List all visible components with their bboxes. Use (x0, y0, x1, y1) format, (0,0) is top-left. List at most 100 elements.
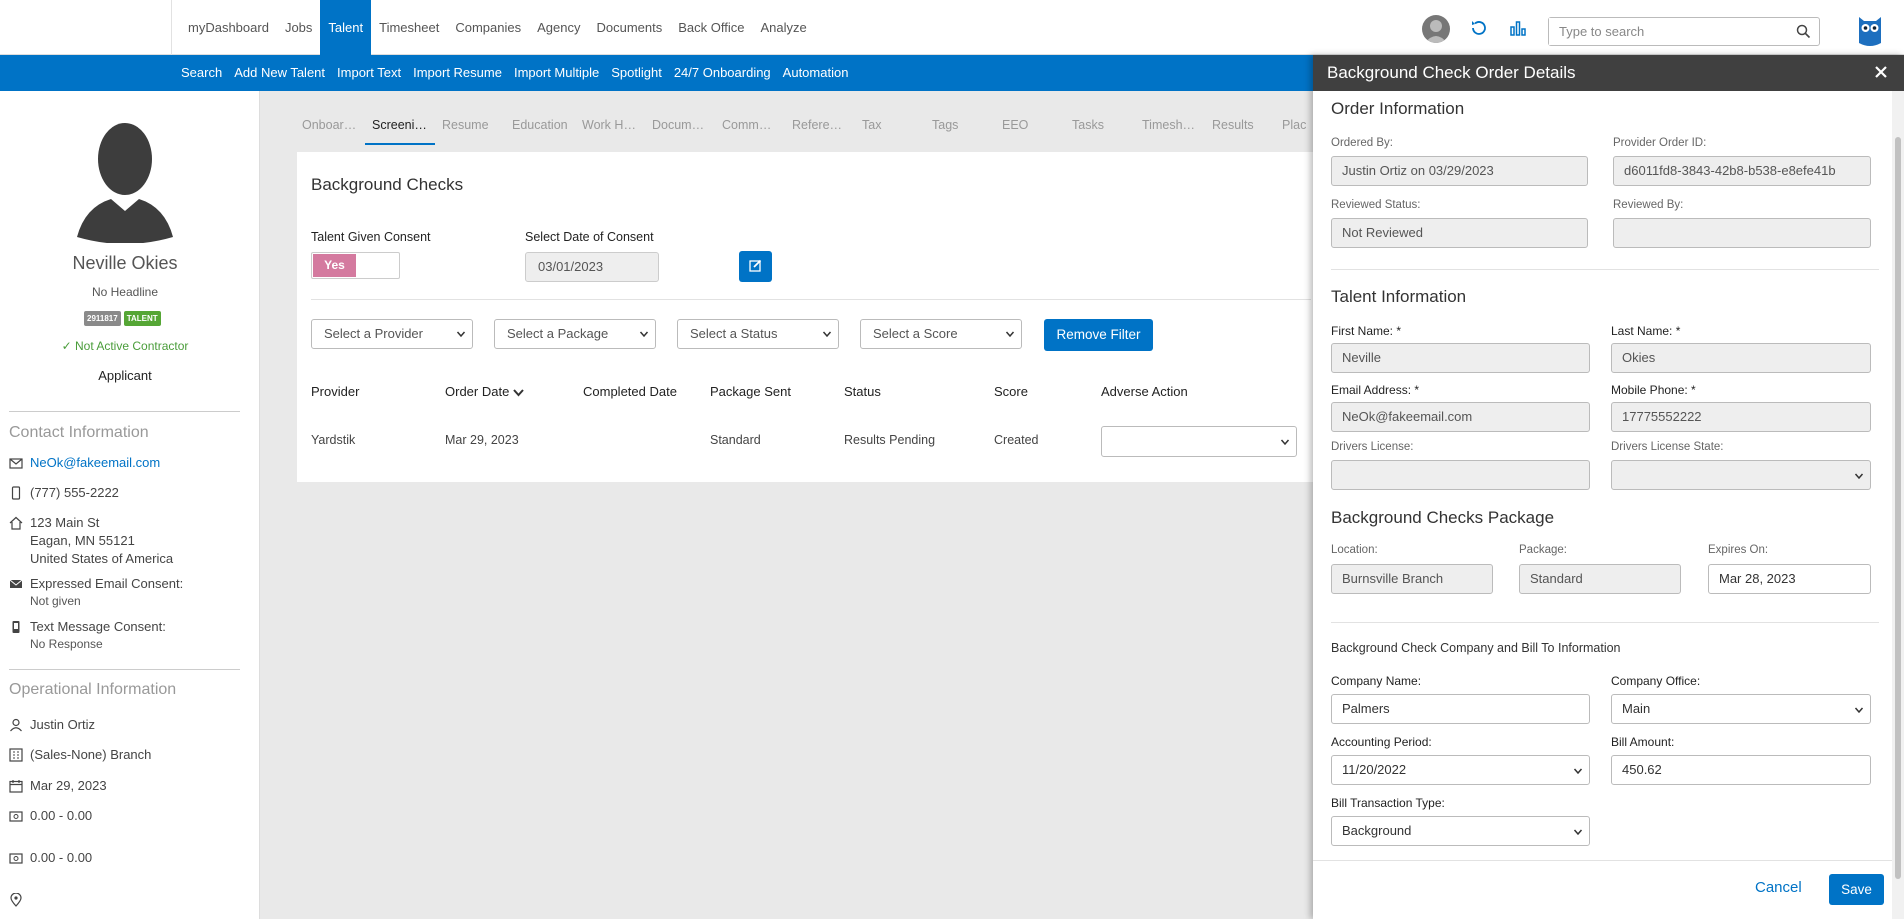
search-icon[interactable] (1796, 24, 1811, 39)
mobile-phone-field[interactable]: 17775552222 (1611, 402, 1871, 432)
tab-screening[interactable]: Screenin... (365, 115, 435, 145)
drivers-license-state-label: Drivers License State: (1611, 441, 1724, 453)
nav-item-talent[interactable]: Talent (320, 0, 372, 55)
adverse-action-select[interactable] (1101, 426, 1297, 457)
tab-resume[interactable]: Resume (435, 115, 505, 145)
column-header-score[interactable]: Score (994, 384, 1028, 399)
panel-scrollbar-thumb[interactable] (1895, 137, 1901, 879)
column-header-adverse-action[interactable]: Adverse Action (1101, 384, 1188, 399)
subnav-spotlight[interactable]: Spotlight (605, 55, 668, 91)
drivers-license-state-select[interactable] (1611, 460, 1871, 490)
nav-item-back-office[interactable]: Back Office (670, 0, 752, 55)
column-header-status[interactable]: Status (844, 384, 881, 399)
chevron-down-icon (456, 329, 466, 339)
chevron-down-icon (639, 329, 649, 339)
mobile-icon (9, 620, 23, 634)
analytics-icon[interactable] (1508, 18, 1528, 38)
column-header-order-date[interactable]: Order Date (445, 384, 524, 399)
save-button[interactable]: Save (1829, 874, 1884, 905)
cancel-button[interactable]: Cancel (1755, 879, 1802, 896)
tab-eeo[interactable]: EEO (995, 115, 1065, 145)
accounting-period-select[interactable]: 11/20/2022 (1331, 755, 1590, 785)
mobile-phone-label: Mobile Phone: * (1611, 383, 1696, 397)
column-header-completed-date[interactable]: Completed Date (583, 384, 677, 399)
panel-header: Background Check Order Details (1313, 55, 1904, 91)
column-header-package-sent[interactable]: Package Sent (710, 384, 791, 399)
remove-filter-button[interactable]: Remove Filter (1044, 319, 1153, 351)
edit-icon (749, 259, 762, 272)
owl-logo-icon[interactable] (1857, 13, 1883, 47)
last-name-field[interactable]: Okies (1611, 343, 1871, 373)
profile-photo-placeholder (77, 119, 173, 243)
nav-item-jobs[interactable]: Jobs (277, 0, 320, 55)
consent-toggle[interactable]: Yes (311, 252, 400, 279)
global-search[interactable] (1548, 17, 1820, 46)
envelope-icon (9, 456, 23, 470)
tab-timesheets[interactable]: Timeshe... (1135, 115, 1205, 145)
tab-education[interactable]: Education (505, 115, 575, 145)
bill-transaction-type-value: Background (1342, 823, 1412, 838)
tab-tax[interactable]: Tax (855, 115, 925, 145)
tab-work-history[interactable]: Work Hist... (575, 115, 645, 145)
recruiter-name: Justin Ortiz (30, 717, 96, 732)
subnav-import-resume[interactable]: Import Resume (407, 55, 508, 91)
contact-email-link[interactable]: NeOk@fakeemail.com (30, 454, 249, 472)
talent-profile-sidebar: Neville Okies No Headline 2911817 TALENT… (0, 91, 260, 919)
consent-toggle-yes[interactable]: Yes (313, 254, 356, 277)
sort-desc-icon (513, 388, 524, 397)
panel-divider (1331, 622, 1879, 623)
package-filter-select[interactable]: Select a Package (494, 319, 656, 349)
global-search-input[interactable] (1549, 18, 1779, 45)
company-name-field[interactable]: Palmers (1331, 694, 1590, 724)
bill-amount-field[interactable]: 450.62 (1611, 755, 1871, 785)
tab-tasks[interactable]: Tasks (1065, 115, 1135, 145)
edit-consent-button[interactable] (739, 251, 772, 282)
close-icon[interactable] (1870, 61, 1892, 83)
tab-comments[interactable]: Commen... (715, 115, 785, 145)
text-consent-label: Text Message Consent: (30, 619, 166, 634)
tab-documents[interactable]: Docume... (645, 115, 715, 145)
email-field[interactable]: NeOk@fakeemail.com (1331, 402, 1590, 432)
company-office-value: Main (1622, 701, 1651, 716)
provider-filter-select[interactable]: Select a Provider (311, 319, 473, 349)
bill-transaction-type-select[interactable]: Background (1331, 816, 1590, 846)
subnav-automation[interactable]: Automation (777, 55, 855, 91)
tab-onboarding[interactable]: Onboardi... (295, 115, 365, 145)
panel-scrollbar[interactable] (1892, 91, 1904, 919)
subnav-import-text[interactable]: Import Text (331, 55, 407, 91)
provider-filter-value: Select a Provider (324, 326, 423, 341)
subnav-add-new-talent[interactable]: Add New Talent (228, 55, 331, 91)
ordered-by-field: Justin Ortiz on 03/29/2023 (1331, 156, 1588, 186)
drivers-license-field[interactable] (1331, 460, 1590, 490)
company-office-select[interactable]: Main (1611, 694, 1871, 724)
tab-results[interactable]: Results (1205, 115, 1275, 145)
money-icon (9, 851, 23, 865)
expires-on-field[interactable]: Mar 28, 2023 (1708, 564, 1871, 594)
bill-amount-label: Bill Amount: (1611, 735, 1675, 749)
tab-references[interactable]: Referenc... (785, 115, 855, 145)
first-name-field[interactable]: Neville (1331, 343, 1590, 373)
nav-item-companies[interactable]: Companies (447, 0, 529, 55)
contact-phone: (777) 555-2222 (30, 485, 119, 500)
tab-tags[interactable]: Tags (925, 115, 995, 145)
subnav-import-multiple[interactable]: Import Multiple (508, 55, 605, 91)
pay-range-row-1: 0.00 - 0.00 (9, 807, 249, 825)
column-header-provider[interactable]: Provider (311, 384, 359, 399)
subnav-search[interactable]: Search (175, 55, 228, 91)
reviewed-status-field: Not Reviewed (1331, 218, 1588, 248)
consent-date-input[interactable]: 03/01/2023 (525, 252, 659, 282)
user-avatar[interactable] (1422, 15, 1450, 43)
nav-item-mydashboard[interactable]: myDashboard (180, 0, 277, 55)
talent-role: Applicant (98, 368, 152, 383)
package-label: Package: (1519, 544, 1567, 556)
status-filter-select[interactable]: Select a Status (677, 319, 839, 349)
refresh-icon[interactable] (1469, 18, 1489, 38)
nav-item-timesheet[interactable]: Timesheet (371, 0, 447, 55)
nav-item-documents[interactable]: Documents (588, 0, 670, 55)
background-checks-title: Background Checks (311, 175, 464, 194)
subnav-24-7-onboarding[interactable]: 24/7 Onboarding (668, 55, 777, 91)
score-filter-select[interactable]: Select a Score (860, 319, 1022, 349)
nav-item-analyze[interactable]: Analyze (752, 0, 814, 55)
score-filter-value: Select a Score (873, 326, 958, 341)
nav-item-agency[interactable]: Agency (529, 0, 588, 55)
